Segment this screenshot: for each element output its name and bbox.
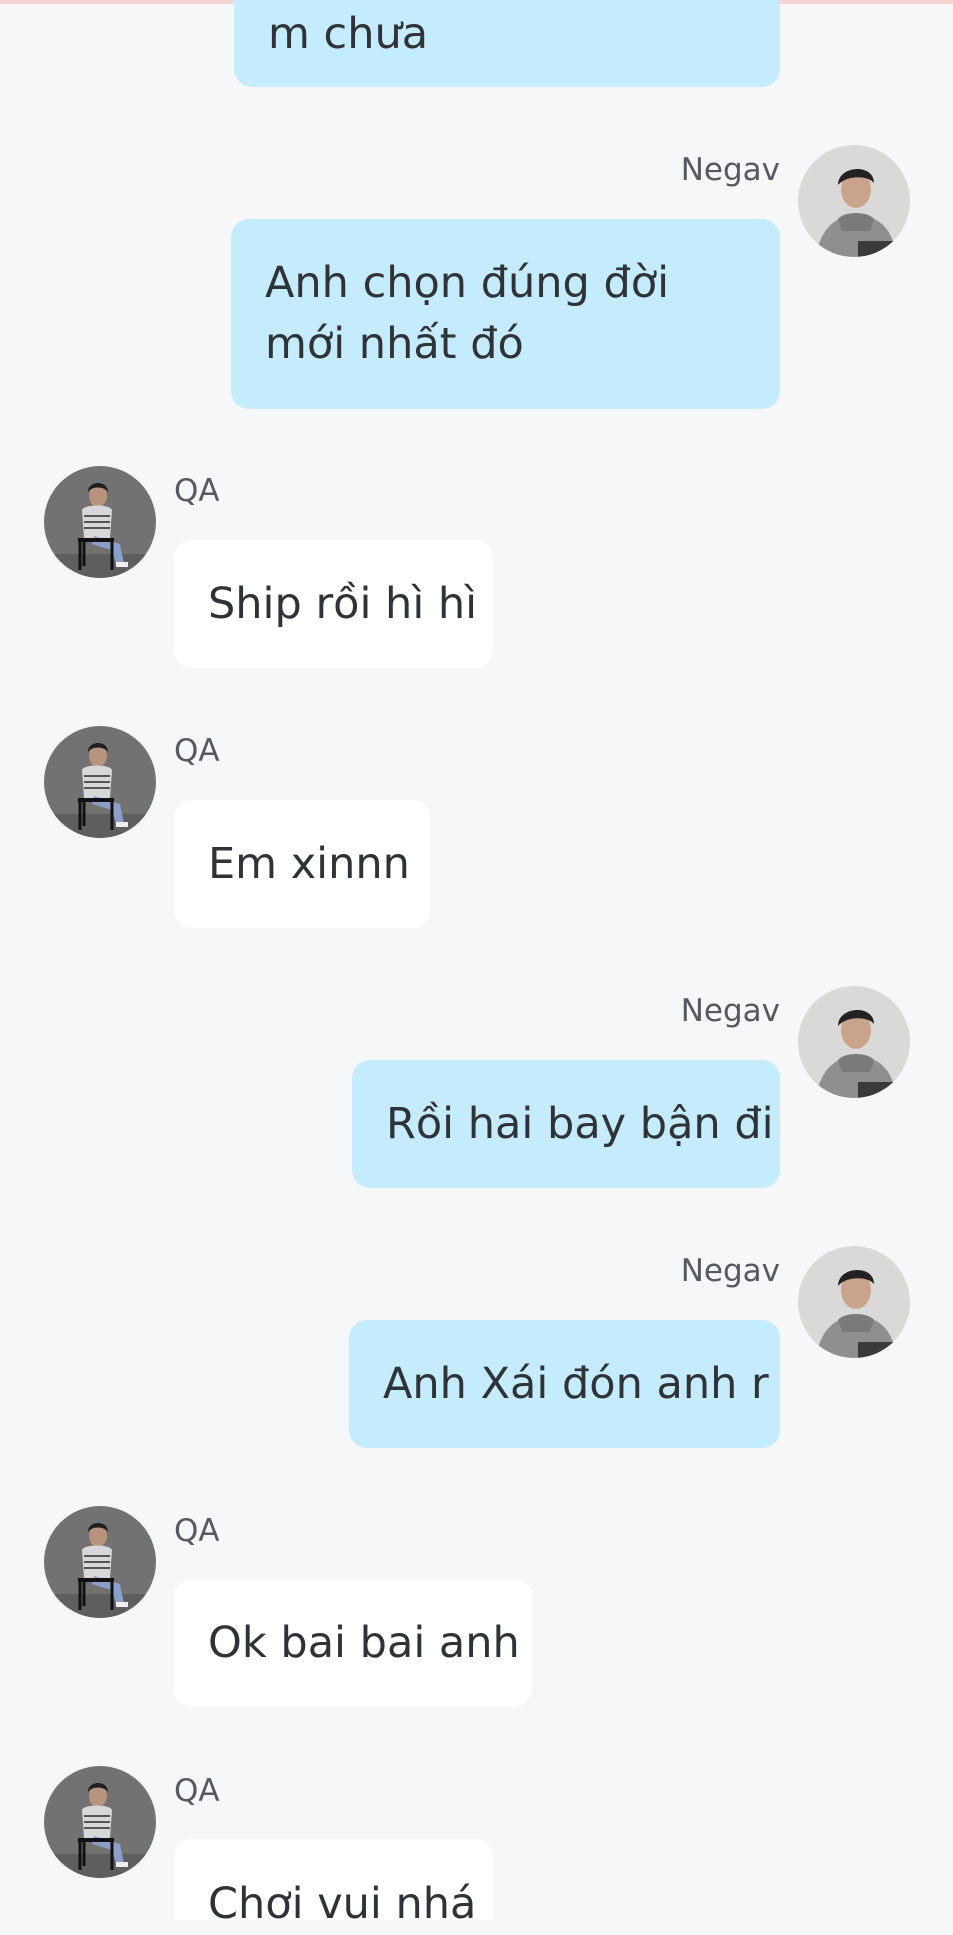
message-text: Chơi vui nhá — [208, 1879, 477, 1929]
message-bubble-incoming[interactable]: Ship rồi hì hì — [174, 540, 493, 668]
negav-avatar-icon[interactable] — [798, 986, 910, 1098]
message-text: Em xinnn — [208, 838, 410, 889]
sender-name: QA — [174, 1773, 220, 1809]
qa-avatar-icon[interactable] — [44, 726, 156, 838]
message-text: Ship rồi hì hì — [208, 578, 478, 629]
message-bubble-outgoing[interactable]: Anh Xái đón anh r — [349, 1320, 780, 1448]
qa-avatar-icon[interactable] — [44, 466, 156, 578]
sender-name: Negav — [680, 152, 780, 188]
message-text: Anh Xái đón anh r — [383, 1358, 769, 1409]
negav-avatar-icon[interactable] — [798, 1246, 910, 1358]
message-text: Anh chọn đúng đời mới nhất đó — [265, 258, 670, 369]
sender-name: Negav — [680, 993, 780, 1029]
sender-name: Negav — [680, 1253, 780, 1289]
message-bubble-outgoing[interactable]: Rồi hai bay bận đi — [352, 1060, 780, 1188]
message-text: Ok bai bai anh — [208, 1617, 520, 1668]
negav-avatar-icon[interactable] — [798, 145, 910, 257]
qa-avatar-icon[interactable] — [44, 1506, 156, 1618]
message-text: m chưa — [268, 9, 429, 59]
message-text: Rồi hai bay bận đi — [386, 1098, 774, 1149]
message-bubble-incoming[interactable]: Em xinnn — [174, 800, 430, 928]
message-bubble-incoming[interactable]: Ok bai bai anh — [174, 1579, 532, 1707]
message-bubble-outgoing[interactable]: Anh chọn đúng đời mới nhất đó — [231, 219, 780, 409]
message-bubble-outgoing[interactable]: m chưa — [234, 0, 780, 87]
sender-name: QA — [174, 473, 220, 509]
qa-avatar-icon[interactable] — [44, 1766, 156, 1878]
sender-name: QA — [174, 733, 220, 769]
message-bubble-incoming[interactable]: Chơi vui nhá — [174, 1839, 493, 1929]
sender-name: QA — [174, 1513, 220, 1549]
chat-message-list[interactable]: m chưa Negav Anh chọn đúng đời mới nhất … — [0, 0, 953, 1929]
